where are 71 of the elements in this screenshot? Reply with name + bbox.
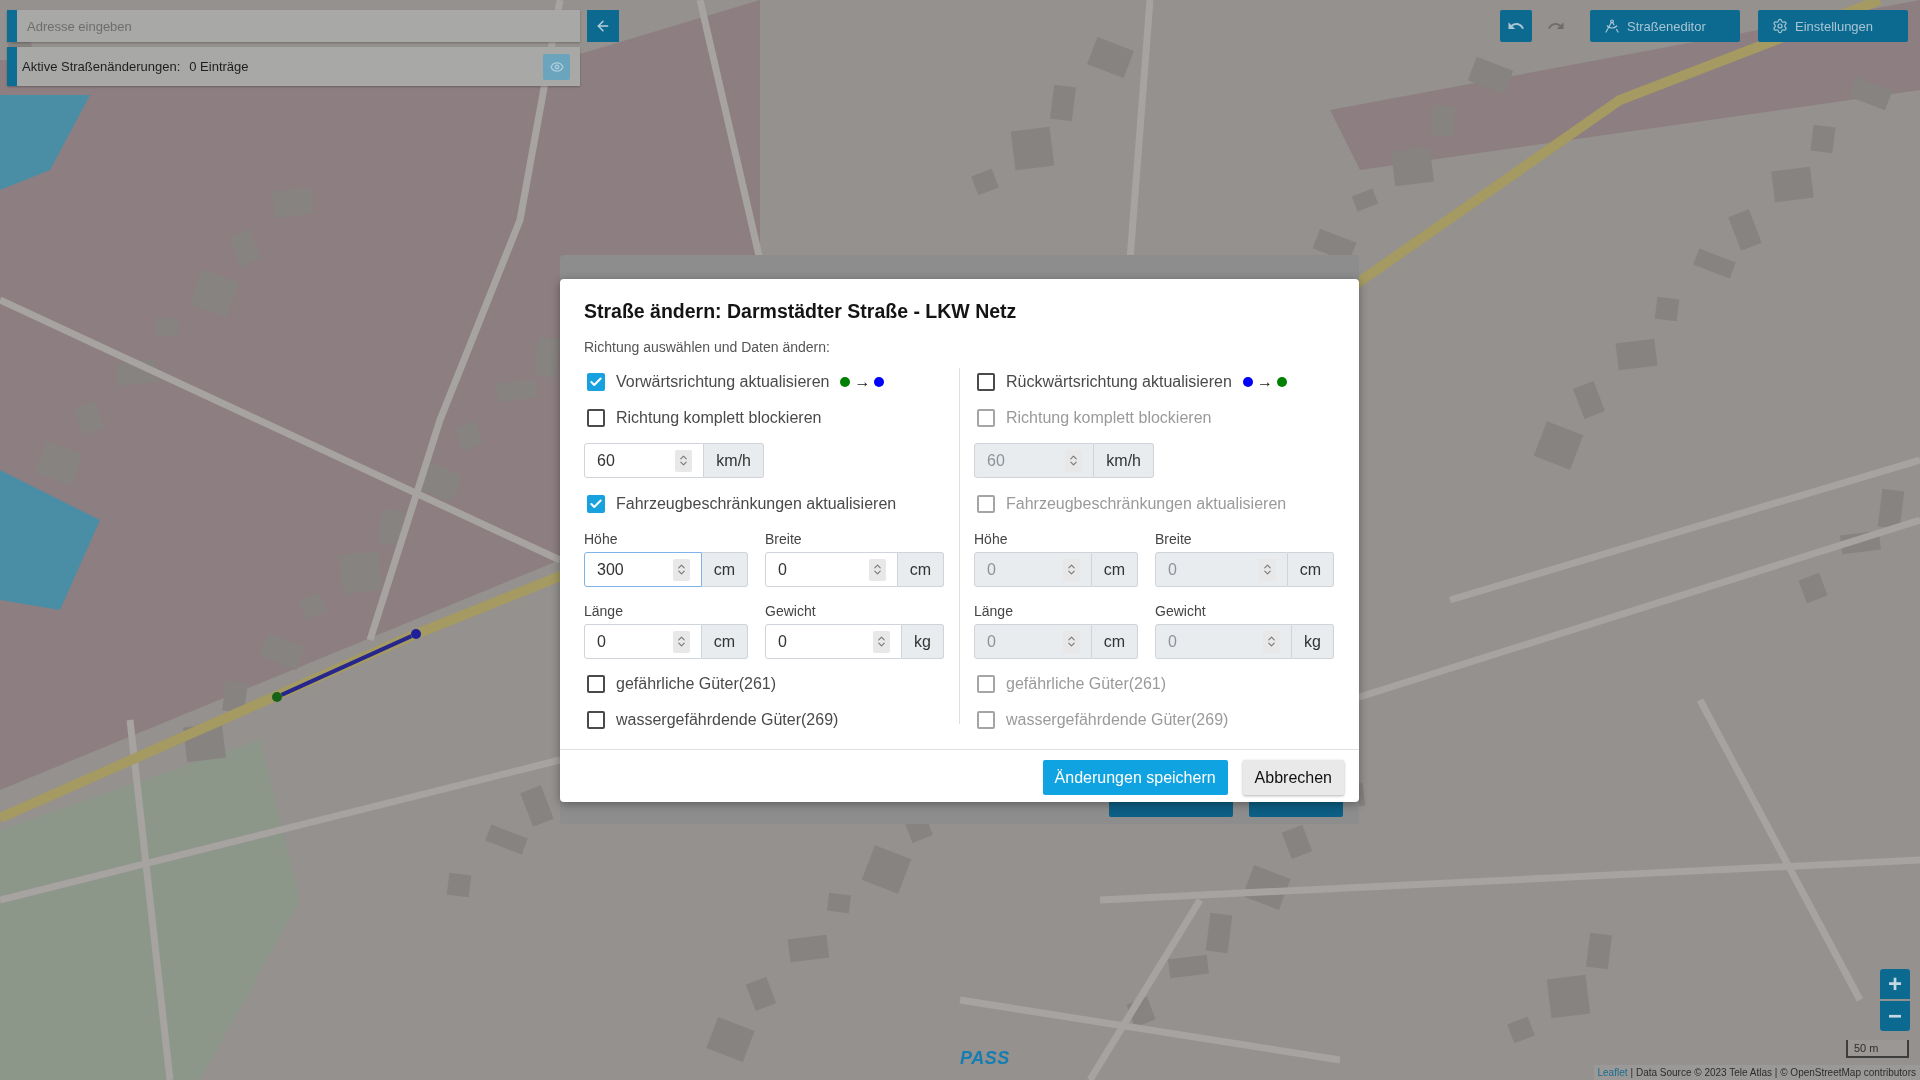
field-label: Höhe xyxy=(974,530,1009,549)
field-label: Länge xyxy=(974,602,1014,621)
checkbox[interactable] xyxy=(587,495,605,513)
dialog-title: Straße ändern: Darmstädter Straße - LKW Netz xyxy=(584,299,1018,323)
attribution-link[interactable]: Leaflet xyxy=(1597,1067,1628,1078)
unit-addon: cm xyxy=(1287,552,1334,587)
checkbox-label: Rückwärtsrichtung aktualisieren xyxy=(1006,373,1232,391)
stepper-icon[interactable] xyxy=(868,558,886,581)
field-label: Höhe xyxy=(584,530,619,549)
eye-icon xyxy=(549,59,564,74)
undo-button[interactable] xyxy=(1500,10,1532,42)
number-field[interactable]: 60 xyxy=(584,443,705,478)
back-button[interactable] xyxy=(587,10,619,42)
checkbox-label: gefährliche Güter(261) xyxy=(616,675,777,693)
checkbox[interactable] xyxy=(587,409,605,427)
unit-addon: km/h xyxy=(1094,443,1154,478)
active-changes-label: Aktive Straßenänderungen: xyxy=(22,59,181,74)
field-label: Breite xyxy=(765,530,803,549)
field-label: Breite xyxy=(1155,530,1193,549)
checkbox-label: Vorwärtsrichtung aktualisieren xyxy=(616,373,830,391)
direction-arrow: → xyxy=(1256,374,1273,390)
number-field[interactable]: 0 xyxy=(765,552,898,587)
address-field[interactable]: Adresse eingeben xyxy=(7,10,580,42)
checkbox-label: Fahrzeugbeschränkungen aktualisieren xyxy=(1006,495,1287,513)
cancel-button[interactable]: Abbrechen xyxy=(1242,760,1344,795)
checkbox-label: wassergefährdende Güter(269) xyxy=(1006,711,1229,729)
toolbar-button[interactable]: Straßeneditor xyxy=(1590,10,1740,42)
active-changes-count: 0 Einträge xyxy=(189,59,249,74)
road-node-icon xyxy=(272,692,282,702)
attribution-text: | Data Source © 2023 Tele Atlas | © OpenStreetMap contributors xyxy=(1630,1067,1916,1078)
unit-addon: cm xyxy=(701,624,748,659)
field-label: Gewicht xyxy=(1155,602,1207,621)
zoom-in-button[interactable]: + xyxy=(1880,969,1910,999)
save-button[interactable]: Änderungen speichern xyxy=(1042,760,1228,795)
checkbox-label: Richtung komplett blockieren xyxy=(616,409,822,427)
dialog-subtitle: Richtung auswählen und Daten ändern: xyxy=(584,338,831,357)
settings-icon xyxy=(1772,18,1788,34)
field-label: Länge xyxy=(584,602,624,621)
stepper-icon[interactable] xyxy=(675,449,693,472)
checkmark-icon xyxy=(589,375,603,389)
checkbox[interactable] xyxy=(587,711,605,729)
number-field[interactable]: 300 xyxy=(584,552,702,587)
scale-bar: 50 m xyxy=(1846,1040,1909,1058)
checkbox[interactable] xyxy=(587,373,605,391)
stepper-icon[interactable] xyxy=(672,558,690,581)
checkbox-label: wassergefährdende Güter(269) xyxy=(616,711,839,729)
stepper-icon[interactable] xyxy=(873,630,891,653)
logo: PASS xyxy=(960,1048,1010,1069)
toolbar-button[interactable]: Einstellungen xyxy=(1758,10,1908,42)
unit-addon: cm xyxy=(1091,552,1138,587)
checkbox-label: gefährliche Güter(261) xyxy=(1006,675,1167,693)
road-node-icon xyxy=(411,629,421,639)
unit-addon: cm xyxy=(1091,624,1138,659)
number-field[interactable]: 0 xyxy=(765,624,903,659)
unit-addon: kg xyxy=(1292,624,1334,659)
checkbox-label: Fahrzeugbeschränkungen aktualisieren xyxy=(616,495,897,513)
number-field[interactable]: 0 xyxy=(584,624,702,659)
unit-addon: kg xyxy=(902,624,944,659)
unit-addon: cm xyxy=(701,552,748,587)
checkbox[interactable] xyxy=(587,675,605,693)
unit-addon: cm xyxy=(897,552,944,587)
compass-icon xyxy=(1604,18,1620,34)
field-label: Gewicht xyxy=(765,602,817,621)
unit-addon: km/h xyxy=(704,443,764,478)
eye-button[interactable] xyxy=(543,53,570,80)
stepper-icon[interactable] xyxy=(672,630,690,653)
direction-arrow: → xyxy=(854,374,871,390)
checkbox[interactable] xyxy=(977,373,995,391)
checkmark-icon xyxy=(589,497,603,511)
zoom-out-button[interactable]: − xyxy=(1880,1001,1910,1031)
checkbox-label: Richtung komplett blockieren xyxy=(1006,409,1212,427)
